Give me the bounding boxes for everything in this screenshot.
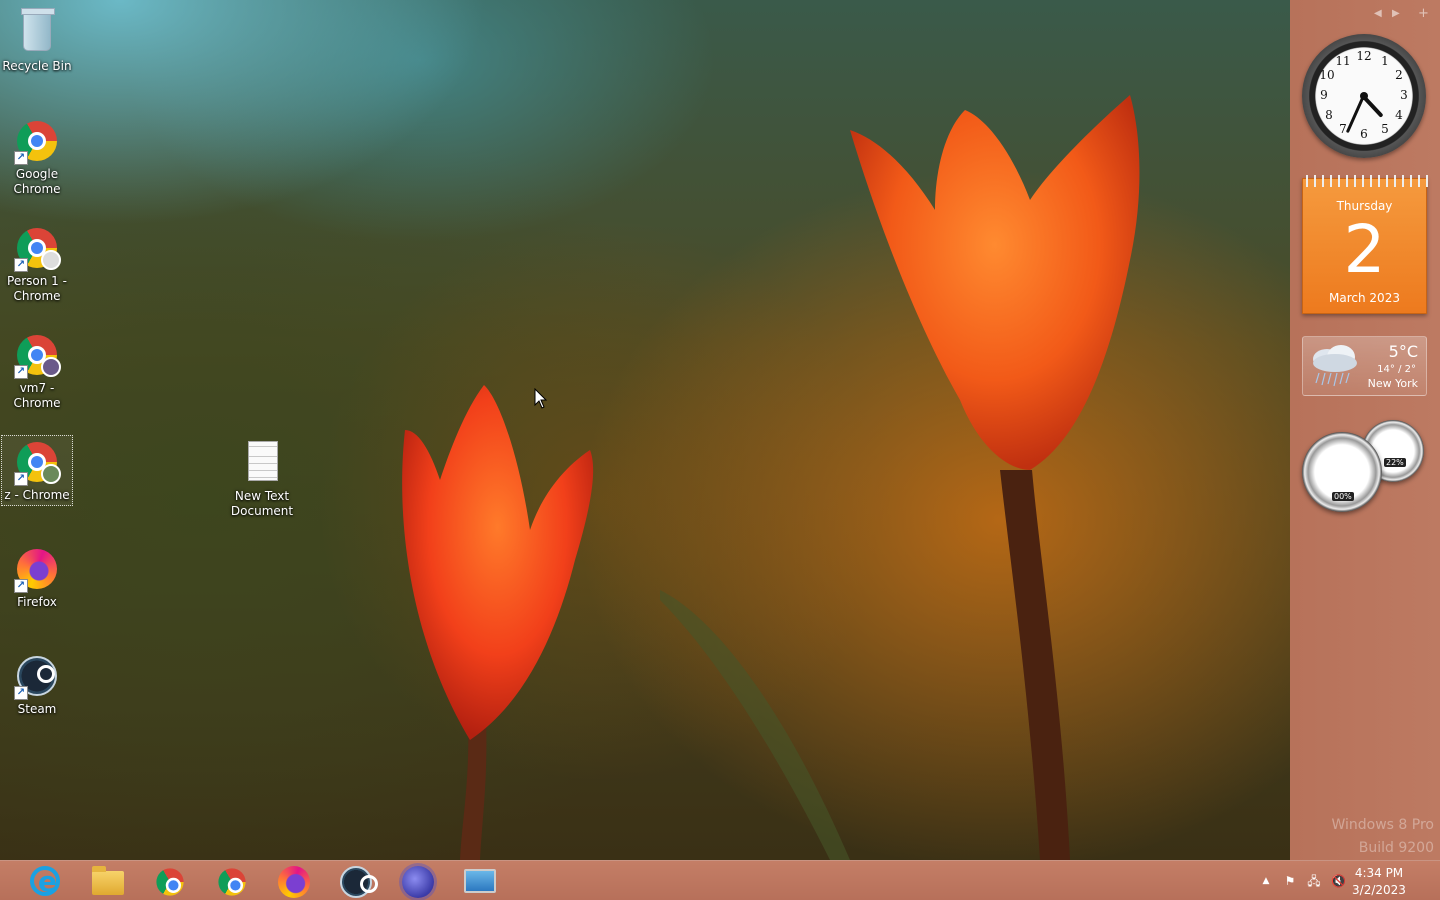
clock-gadget[interactable]: 12 1 2 3 4 5 6 7 8 9 10 11: [1302, 34, 1426, 158]
desktop-icon-google-chrome[interactable]: ↗ Google Chrome: [1, 114, 73, 200]
rain-cloud-icon: [1313, 345, 1357, 387]
weather-high-low: 14° / 2°: [1377, 364, 1416, 375]
desktop-icon-label: z - Chrome: [4, 488, 70, 502]
recycle-bin-icon: [21, 8, 55, 51]
taskbar-internet-explorer[interactable]: [16, 863, 76, 899]
mouse-cursor-icon: [534, 388, 548, 409]
spiky-ball-icon: [402, 866, 434, 898]
clock-number: 4: [1395, 108, 1403, 122]
action-center-flag-icon[interactable]: ⚑: [1283, 874, 1297, 888]
profile-avatar-icon: [41, 250, 61, 270]
taskbar-steam[interactable]: [326, 863, 386, 899]
desktop-icon-label: Firefox: [17, 595, 57, 609]
taskbar-date: 3/2/2023: [1352, 883, 1406, 897]
windows-watermark-build: Build 9200: [1358, 840, 1434, 856]
internet-explorer-icon: [30, 865, 60, 898]
profile-avatar-icon: [41, 357, 61, 377]
desktop-wallpaper: [0, 0, 1290, 860]
desktop-icon-label: Recycle Bin: [2, 59, 72, 73]
shortcut-arrow-icon: ↗: [14, 151, 28, 165]
folder-icon: [92, 866, 124, 895]
desktop-icon-recycle-bin[interactable]: Recycle Bin: [1, 6, 73, 77]
tulip-artwork: [402, 95, 1140, 860]
chrome-icon: [156, 868, 184, 896]
desktop-icon-label: Google Chrome: [13, 167, 61, 196]
firefox-icon: [278, 866, 310, 898]
steam-icon: [340, 866, 378, 898]
desktop-icon-vm7-chrome[interactable]: ↗ vm7 - Chrome: [1, 328, 73, 414]
calendar-rings: [1303, 175, 1428, 187]
ram-readout: 22%: [1384, 458, 1406, 467]
desktop-icon-label: Steam: [17, 702, 57, 716]
taskbar-app-spiky[interactable]: [388, 863, 448, 899]
windows-watermark-edition: Windows 8 Pro: [1331, 817, 1434, 833]
text-document-icon: [248, 441, 278, 481]
profile-avatar-icon: [41, 464, 61, 484]
shortcut-arrow-icon: ↗: [14, 579, 28, 593]
shortcut-arrow-icon: ↗: [14, 365, 28, 379]
calendar-gadget[interactable]: Thursday 2 March 2023: [1302, 175, 1428, 314]
clock-number: 2: [1395, 68, 1403, 82]
taskbar: ▲ ⚑ 🖧 🔇 4:34 PM 3/2/2023: [0, 860, 1440, 900]
clock-number: 11: [1335, 54, 1351, 68]
cpu-gauge: 00%: [1302, 432, 1382, 512]
calendar-day: 2: [1343, 211, 1386, 288]
clock-number: 10: [1319, 68, 1335, 82]
clock-number: 9: [1320, 88, 1328, 102]
desktop-icon-person1-chrome[interactable]: ↗ Person 1 - Chrome: [1, 221, 73, 307]
monitor-icon: [464, 869, 496, 893]
taskbar-file-explorer[interactable]: [78, 863, 138, 899]
volume-muted-icon[interactable]: 🔇: [1331, 874, 1346, 888]
desktop-icon-label: vm7 - Chrome: [13, 381, 61, 410]
calendar-month-year: March 2023: [1329, 291, 1400, 305]
taskbar-firefox[interactable]: [264, 863, 324, 899]
weather-city: New York: [1367, 377, 1418, 390]
desktop-icon-new-text-document[interactable]: New Text Document: [226, 436, 298, 522]
sidebar-next-icon[interactable]: ▶: [1392, 8, 1400, 19]
desktop-icon-firefox[interactable]: ↗ Firefox: [1, 542, 73, 613]
chrome-icon: [218, 868, 246, 896]
shortcut-arrow-icon: ↗: [14, 258, 28, 272]
desktop-icon-label: Person 1 - Chrome: [7, 274, 67, 303]
clock-number: 5: [1381, 122, 1389, 136]
show-hidden-icons-icon[interactable]: ▲: [1259, 874, 1273, 888]
weather-gadget[interactable]: 5°C 14° / 2° New York: [1302, 336, 1427, 396]
clock-number: 3: [1400, 88, 1408, 102]
weather-temperature: 5°C: [1388, 342, 1418, 361]
desktop-icon-steam[interactable]: ↗ Steam: [1, 649, 73, 720]
desktop-icon-z-chrome[interactable]: ↗ z - Chrome: [1, 435, 73, 506]
clock-number: 1: [1381, 54, 1389, 68]
desktop-icon-label: New Text Document: [230, 489, 294, 518]
taskbar-chrome-profile[interactable]: [202, 863, 262, 899]
shortcut-arrow-icon: ↗: [14, 472, 28, 486]
taskbar-clock[interactable]: 4:34 PM 3/2/2023: [1344, 865, 1414, 899]
clock-number: 8: [1325, 108, 1333, 122]
gadget-sidebar: ◀ ▶ + 12 1 2 3 4 5 6 7 8 9 10 11 Thursda…: [1290, 0, 1440, 860]
taskbar-google-chrome[interactable]: [140, 863, 200, 899]
clock-number: 12: [1356, 49, 1372, 63]
cpu-readout: 00%: [1332, 492, 1354, 501]
clock-number: 6: [1360, 127, 1368, 141]
taskbar-remote-desktop[interactable]: [450, 863, 510, 899]
sidebar-prev-icon[interactable]: ◀: [1374, 8, 1382, 19]
sidebar-add-gadget-icon[interactable]: +: [1418, 6, 1429, 21]
network-icon[interactable]: 🖧: [1307, 874, 1321, 888]
shortcut-arrow-icon: ↗: [14, 686, 28, 700]
clock-center: [1360, 92, 1368, 100]
taskbar-time: 4:34 PM: [1354, 866, 1404, 880]
